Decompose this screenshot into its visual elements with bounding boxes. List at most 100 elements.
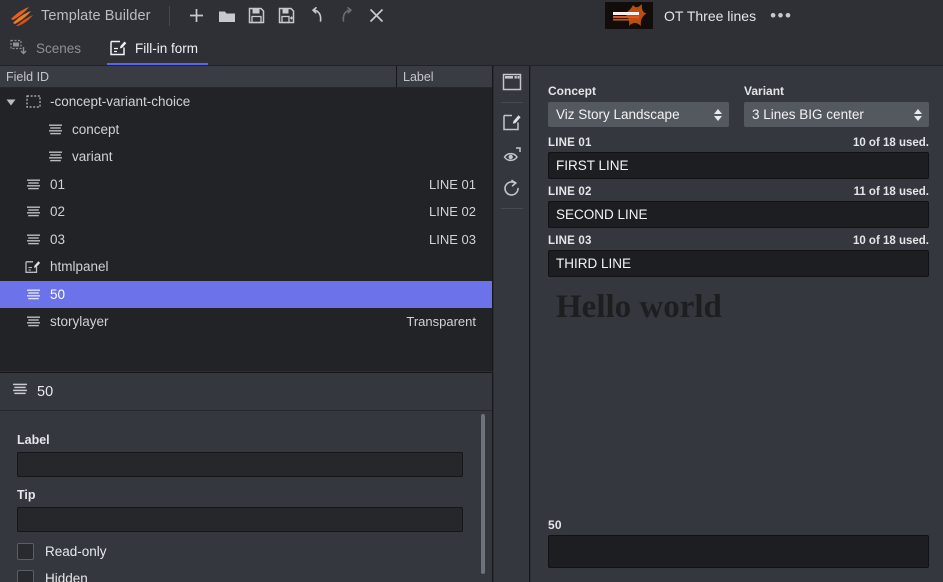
table-row[interactable]: 03 LINE 03 <box>0 226 492 254</box>
tab-scenes-label: Scenes <box>36 40 82 56</box>
hidden-checkbox-row[interactable]: Hidden <box>17 570 492 582</box>
tree-field-id: variant <box>72 149 113 165</box>
table-row[interactable]: 01 LINE 01 <box>0 171 492 199</box>
form-field-line-01: LINE 01 10 of 18 used. FIRST LINE <box>548 137 929 179</box>
line-01-input[interactable]: FIRST LINE <box>548 152 929 179</box>
tree-field-id: htmlpanel <box>50 259 109 275</box>
redo-button[interactable] <box>332 0 362 31</box>
expand-caret-icon[interactable] <box>0 96 22 108</box>
form-field-line-03: LINE 03 10 of 18 used. THIRD LINE <box>548 235 929 277</box>
ellipsis-icon[interactable]: ••• <box>770 7 792 24</box>
spinner-updown-icon[interactable] <box>913 108 923 122</box>
readonly-label: Read-only <box>45 544 107 559</box>
line-02-value: SECOND LINE <box>556 207 648 222</box>
table-row[interactable]: -concept-variant-choice <box>0 88 492 116</box>
table-row[interactable]: htmlpanel <box>0 253 492 281</box>
eye-preview-icon[interactable] <box>494 139 530 172</box>
field-50-input[interactable] <box>548 535 929 568</box>
label-field-caption: Label <box>17 433 50 447</box>
concept-select[interactable]: Viz Story Landscape <box>548 102 730 127</box>
column-header-label[interactable]: Label <box>397 66 492 87</box>
viz-flame-logo-icon <box>10 5 34 27</box>
concept-variant-row: Concept Viz Story Landscape Variant 3 Li… <box>548 84 929 127</box>
save-as-button[interactable] <box>272 0 302 31</box>
save-button[interactable] <box>242 0 272 31</box>
window-preview-icon[interactable] <box>494 66 530 99</box>
tab-scenes[interactable]: Scenes <box>0 31 99 65</box>
table-row[interactable]: concept <box>0 116 492 144</box>
app-title: Template Builder <box>41 7 151 24</box>
open-button[interactable] <box>212 0 242 31</box>
variant-group: Variant 3 Lines BIG center <box>744 84 929 127</box>
text-lines-icon <box>22 288 44 301</box>
concept-group: Concept Viz Story Landscape <box>548 84 730 127</box>
tree-label: LINE 02 <box>429 204 476 220</box>
properties-scrollbar[interactable] <box>481 414 485 574</box>
tree-label: LINE 01 <box>429 176 476 192</box>
view-mode-strip <box>494 66 530 582</box>
scene-thumbnail <box>605 2 653 29</box>
text-lines-icon <box>12 382 28 401</box>
line-01-counter: 10 of 18 used. <box>852 137 929 149</box>
table-row[interactable]: variant <box>0 143 492 171</box>
title-bar: Template Builder OT Three lines ••• <box>0 0 943 31</box>
tree-field-id: 01 <box>50 176 66 192</box>
concept-caption: Concept <box>548 84 596 98</box>
scenes-icon <box>10 39 28 57</box>
properties-panel: 50 Label Tip Read-only Hidden <box>0 372 493 582</box>
form-field-line-02: LINE 02 11 of 18 used. SECOND LINE <box>548 186 929 228</box>
column-header-field-id[interactable]: Field ID <box>0 66 397 87</box>
undo-button[interactable] <box>302 0 332 31</box>
text-lines-icon <box>44 150 66 163</box>
line-01-name: LINE 01 <box>548 137 592 149</box>
tree-label: LINE 03 <box>429 231 476 247</box>
tree-field-id: 03 <box>50 231 66 247</box>
line-03-input[interactable]: THIRD LINE <box>548 250 929 277</box>
tree-rows: -concept-variant-choice concept variant … <box>0 88 492 336</box>
tree-field-id: storylayer <box>50 314 109 330</box>
spinner-updown-icon[interactable] <box>713 108 723 122</box>
variant-select[interactable]: 3 Lines BIG center <box>744 102 929 127</box>
tip-field-caption: Tip <box>17 488 36 502</box>
tip-field-input[interactable] <box>17 507 463 532</box>
properties-title: 50 <box>37 383 54 400</box>
template-builder-window: Template Builder OT Three lines ••• Scen… <box>0 0 943 582</box>
strip-divider <box>500 102 523 103</box>
readonly-checkbox-row[interactable]: Read-only <box>17 543 492 560</box>
tab-bar: Scenes Fill-in form <box>0 31 943 66</box>
form-field-50: 50 <box>548 518 929 568</box>
label-field-input[interactable] <box>17 452 463 477</box>
tree-label: Transparent <box>406 314 476 330</box>
properties-header: 50 <box>0 373 492 411</box>
close-button[interactable] <box>362 0 392 31</box>
html-panel-icon <box>22 260 44 274</box>
readonly-checkbox[interactable] <box>17 543 34 560</box>
line-03-value: THIRD LINE <box>556 256 632 271</box>
html-panel-preview-text: Hello world <box>556 289 722 325</box>
concept-value: Viz Story Landscape <box>556 107 680 122</box>
edit-pencil-icon[interactable] <box>494 106 530 139</box>
variant-caption: Variant <box>744 84 785 98</box>
tree-field-id: 02 <box>50 204 66 220</box>
new-button[interactable] <box>182 0 212 31</box>
refresh-icon[interactable] <box>494 172 530 205</box>
document-chip[interactable]: OT Three lines ••• <box>605 0 792 31</box>
line-01-value: FIRST LINE <box>556 158 629 173</box>
line-02-input[interactable]: SECOND LINE <box>548 201 929 228</box>
variant-value: 3 Lines BIG center <box>752 107 864 122</box>
tree-field-id: concept <box>72 121 120 137</box>
field-50-name: 50 <box>548 518 562 532</box>
hidden-label: Hidden <box>45 571 88 582</box>
line-02-name: LINE 02 <box>548 186 592 198</box>
table-row[interactable]: storylayer Transparent <box>0 308 492 336</box>
line-02-counter: 11 of 18 used. <box>853 186 929 198</box>
hidden-checkbox[interactable] <box>17 570 34 582</box>
text-lines-icon <box>22 205 44 218</box>
document-name: OT Three lines <box>664 7 757 24</box>
tree-field-id: 50 <box>50 286 66 302</box>
tab-fill-in-form[interactable]: Fill-in form <box>99 31 216 65</box>
table-row[interactable]: 02 LINE 02 <box>0 198 492 226</box>
table-row-selected[interactable]: 50 <box>0 280 492 308</box>
tab-fill-in-form-label: Fill-in form <box>135 40 199 56</box>
line-03-name: LINE 03 <box>548 235 592 247</box>
